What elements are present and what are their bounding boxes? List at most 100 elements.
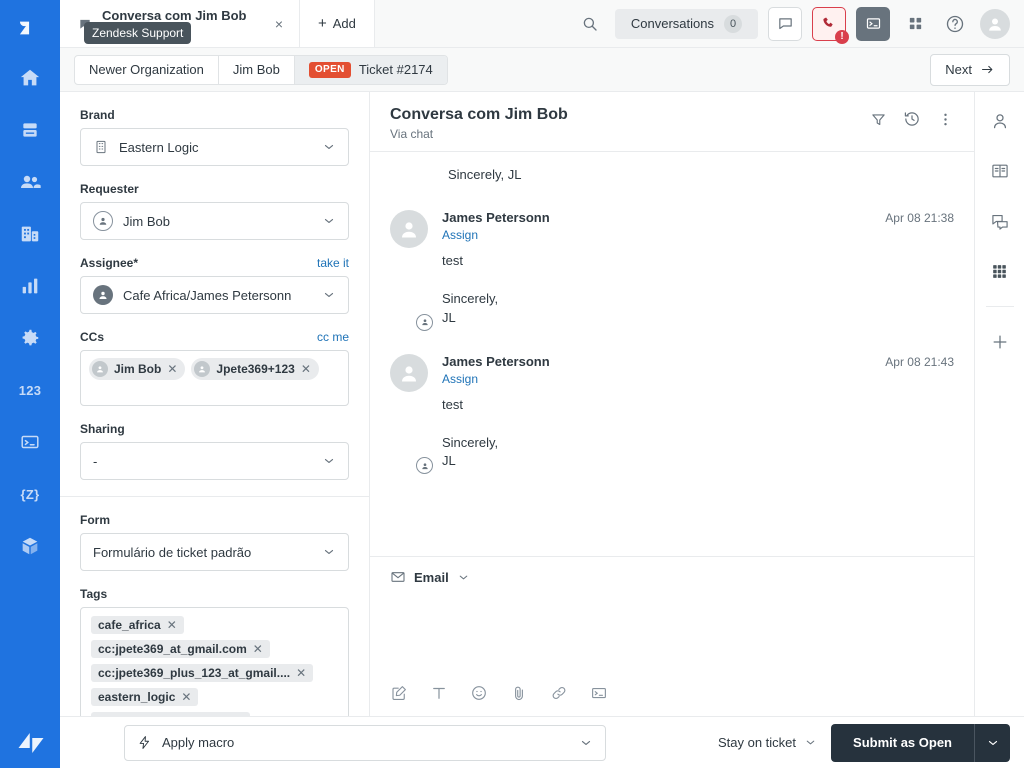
- comment-body: test Sincerely, JL: [442, 396, 499, 469]
- remove-icon[interactable]: ✕: [167, 362, 177, 376]
- sharing-select[interactable]: -: [80, 442, 349, 480]
- tag-chip[interactable]: grabrewards_platinum ✕: [91, 712, 250, 716]
- sidebar-item-z-braces[interactable]: {Z}: [4, 468, 56, 520]
- console-icon: [866, 18, 880, 29]
- form-label: Form: [80, 513, 110, 527]
- tag-chip[interactable]: cc:jpete369_plus_123_at_gmail.... ✕: [91, 664, 314, 682]
- tags-input[interactable]: cafe_africa ✕ cc:jpete369_at_gmail.com ✕…: [80, 607, 349, 716]
- avatar: [93, 285, 113, 305]
- cc-chip[interactable]: Jpete369+123 ✕: [191, 358, 319, 380]
- sidebar-item-apps-box[interactable]: [4, 520, 56, 572]
- filter-icon[interactable]: [870, 111, 887, 128]
- conversation-stream[interactable]: Sincerely, JL James Petersonn Apr 08 21:…: [370, 152, 974, 556]
- zendesk-z-logo: [18, 733, 44, 753]
- emoji-icon[interactable]: [470, 684, 488, 702]
- conversations-pill[interactable]: Conversations 0: [614, 8, 758, 39]
- chat-icon-button[interactable]: [768, 6, 802, 41]
- form-value: Formulário de ticket padrão: [93, 544, 252, 560]
- apps-grid-icon[interactable]: [900, 9, 930, 39]
- sidebar-item-customers[interactable]: [4, 156, 56, 208]
- tag-chip[interactable]: cafe_africa ✕: [91, 616, 184, 634]
- composer-toolbar: [390, 684, 954, 706]
- user-avatar[interactable]: [980, 8, 1010, 39]
- link-icon[interactable]: [550, 684, 568, 702]
- assign-link[interactable]: Assign: [442, 372, 478, 386]
- assignee-value: Cafe Africa/James Petersonn: [123, 287, 292, 303]
- sidebar-item-console[interactable]: [4, 416, 56, 468]
- agent-badge-icon: [416, 457, 433, 475]
- avatar: [390, 353, 433, 475]
- text-format-icon[interactable]: [430, 684, 448, 702]
- sidebar-item-numbers[interactable]: 123: [4, 364, 56, 416]
- history-icon[interactable]: [903, 110, 921, 128]
- sharing-field: Sharing -: [80, 422, 349, 480]
- phone-error-badge: !: [835, 29, 849, 44]
- sharing-label: Sharing: [80, 422, 125, 436]
- remove-icon[interactable]: ✕: [296, 666, 306, 680]
- submit-options-button[interactable]: [974, 723, 1010, 762]
- remove-icon[interactable]: ✕: [253, 642, 263, 656]
- channel-selector[interactable]: Email: [390, 569, 954, 585]
- ccs-input[interactable]: Jim Bob ✕ Jpete369+123 ✕: [80, 350, 349, 406]
- add-tab-button[interactable]: + Add: [300, 0, 375, 47]
- assignee-select[interactable]: Cafe Africa/James Petersonn: [80, 276, 349, 314]
- remove-icon[interactable]: ✕: [167, 618, 177, 632]
- user-outline-icon: [93, 211, 113, 231]
- stay-on-ticket-select[interactable]: Stay on ticket: [718, 735, 817, 750]
- tag-chip[interactable]: cc:jpete369_at_gmail.com ✕: [91, 640, 270, 658]
- cc-chip-label: Jim Bob: [114, 362, 162, 376]
- apply-macro-select[interactable]: Apply macro: [124, 724, 606, 761]
- apps-icon[interactable]: [985, 256, 1015, 286]
- more-icon[interactable]: [937, 111, 954, 128]
- search-icon[interactable]: [575, 9, 605, 39]
- close-icon[interactable]: ×: [273, 15, 285, 33]
- sidebar-item-reporting[interactable]: [4, 260, 56, 312]
- breadcrumb-item-requester[interactable]: Jim Bob: [219, 55, 295, 84]
- conversations-icon[interactable]: [985, 206, 1015, 236]
- next-ticket-button[interactable]: Next: [930, 53, 1010, 86]
- ccs-field: CCs cc me Jim Bob ✕ Jpete369+123 ✕: [80, 330, 349, 406]
- take-it-link[interactable]: take it: [317, 256, 349, 270]
- composer: Email: [370, 556, 974, 716]
- left-navigation: 123 {Z}: [0, 0, 60, 768]
- remove-icon[interactable]: ✕: [301, 362, 311, 376]
- chevron-down-icon: [324, 218, 334, 224]
- remove-icon[interactable]: ✕: [233, 714, 243, 716]
- macro-icon[interactable]: [590, 684, 608, 702]
- divider: [985, 306, 1014, 307]
- sidebar-item-organizations[interactable]: [4, 208, 56, 260]
- agent-badge-icon: [416, 313, 433, 331]
- form-select[interactable]: Formulário de ticket padrão: [80, 533, 349, 571]
- reply-textarea[interactable]: [390, 585, 954, 684]
- ticket-footer: Apply macro Stay on ticket Submit as Ope…: [60, 716, 1024, 768]
- cc-me-link[interactable]: cc me: [317, 330, 349, 344]
- chevron-down-icon: [459, 575, 467, 579]
- zendesk-agent-workspace: 123 {Z} Conversa com Jim Bob 174 × +: [0, 0, 1024, 768]
- knowledge-icon[interactable]: [985, 156, 1015, 186]
- user-icon[interactable]: [985, 106, 1015, 136]
- breadcrumb-ticket-label: Ticket #2174: [358, 62, 433, 77]
- apply-macro-label: Apply macro: [162, 735, 235, 750]
- sidebar-item-admin[interactable]: [4, 312, 56, 364]
- add-app-button[interactable]: [985, 327, 1015, 357]
- breadcrumb-item-organization[interactable]: Newer Organization: [75, 55, 219, 84]
- sidebar-item-views[interactable]: [4, 104, 56, 156]
- tag-chip[interactable]: eastern_logic ✕: [91, 688, 199, 706]
- plus-icon: +: [318, 15, 327, 32]
- help-icon[interactable]: [940, 9, 970, 39]
- tag-chip-label: cafe_africa: [98, 618, 161, 632]
- attachment-icon[interactable]: [510, 684, 528, 702]
- phone-icon-button[interactable]: !: [812, 6, 849, 44]
- channel-label: Email: [414, 569, 449, 585]
- remove-icon[interactable]: ✕: [181, 690, 191, 704]
- breadcrumb-item-ticket[interactable]: OPEN Ticket #2174: [294, 55, 447, 84]
- assign-link[interactable]: Assign: [442, 228, 478, 242]
- console-icon-button[interactable]: [856, 6, 890, 41]
- cc-chip[interactable]: Jim Bob ✕: [89, 358, 186, 380]
- compose-icon[interactable]: [390, 684, 408, 702]
- brand-select[interactable]: Eastern Logic: [80, 128, 349, 166]
- sharing-value: -: [93, 453, 98, 469]
- sidebar-item-home[interactable]: [4, 52, 56, 104]
- submit-button[interactable]: Submit as Open: [831, 723, 974, 762]
- requester-select[interactable]: Jim Bob: [80, 202, 349, 240]
